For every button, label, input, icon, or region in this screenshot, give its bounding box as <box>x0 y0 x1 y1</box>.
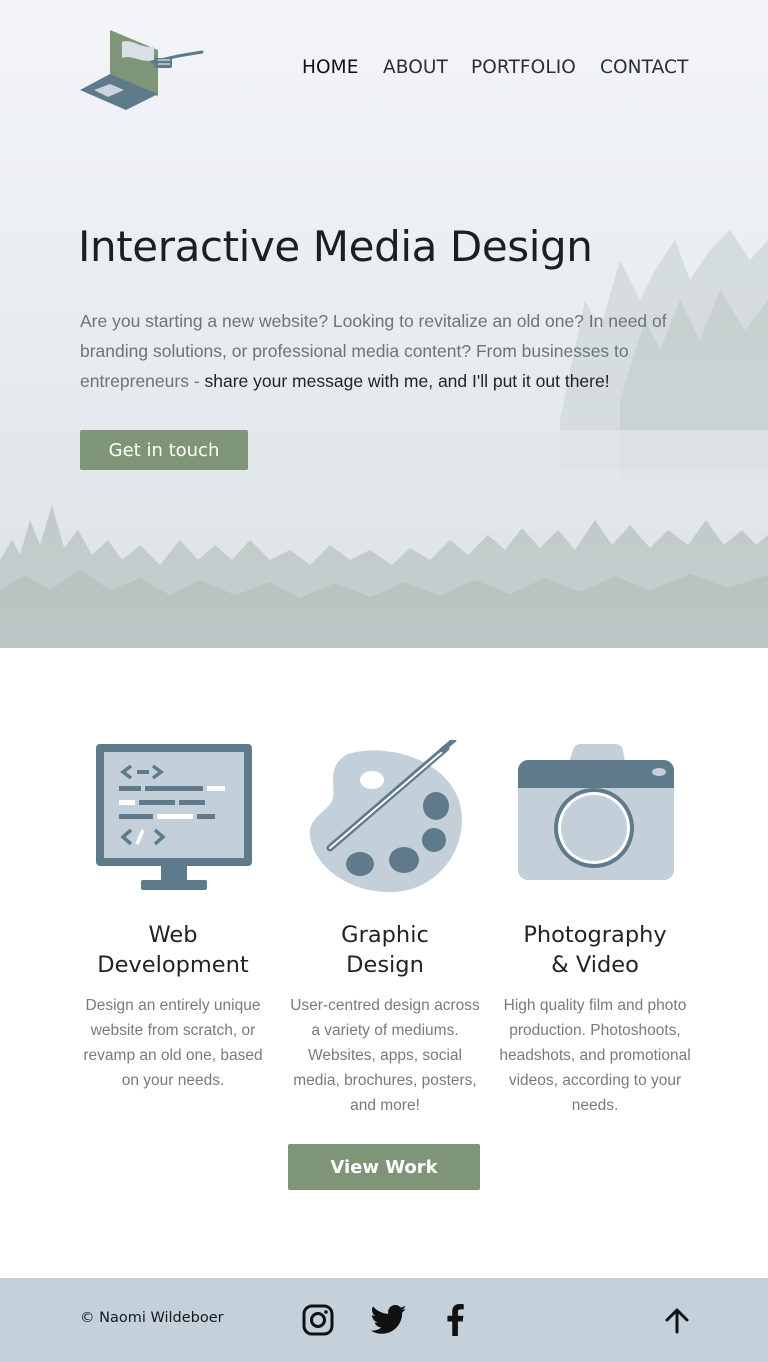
footer: © Naomi Wildeboer <box>0 1278 768 1362</box>
hero-section: HOME ABOUT PORTFOLIO CONTACT Interactive… <box>0 0 768 648</box>
nav-home[interactable]: HOME <box>302 57 359 78</box>
nav-contact[interactable]: CONTACT <box>600 57 688 78</box>
hero-description: Are you starting a new website? Looking … <box>80 306 690 396</box>
camera-icon <box>518 744 674 880</box>
nav-about[interactable]: ABOUT <box>383 57 448 78</box>
service-title-line1: Graphic <box>341 922 429 948</box>
view-work-button[interactable]: View Work <box>288 1144 480 1190</box>
palette-brush-icon <box>309 740 462 893</box>
service-description: User-centred design across a variety of … <box>290 997 480 1114</box>
nav-portfolio[interactable]: PORTFOLIO <box>471 57 576 78</box>
service-description: Design an entirely unique website from s… <box>83 997 263 1089</box>
instagram-icon[interactable] <box>300 1302 336 1338</box>
copyright-text: © Naomi Wildeboer <box>80 1310 224 1326</box>
twitter-icon[interactable] <box>371 1302 407 1338</box>
facebook-icon[interactable] <box>437 1302 473 1338</box>
service-description: High quality film and photo production. … <box>499 997 691 1114</box>
service-title-line1: Photography <box>523 922 667 948</box>
hero-title: Interactive Media Design <box>78 222 593 271</box>
arrow-up-icon[interactable] <box>662 1306 692 1336</box>
service-title: Web Development <box>68 920 278 980</box>
service-title-line2: & Video <box>551 952 639 978</box>
service-title: Graphic Design <box>280 920 490 980</box>
service-title: Photography & Video <box>490 920 700 980</box>
monitor-code-icon <box>96 744 252 890</box>
service-title-line1: Web <box>148 922 198 948</box>
main-nav: HOME ABOUT PORTFOLIO CONTACT <box>0 57 768 83</box>
hero-description-emphasis: share your message with me, and I'll put… <box>204 371 610 391</box>
get-in-touch-button[interactable]: Get in touch <box>80 430 248 470</box>
service-title-line2: Design <box>346 952 424 978</box>
service-title-line2: Development <box>97 952 249 978</box>
